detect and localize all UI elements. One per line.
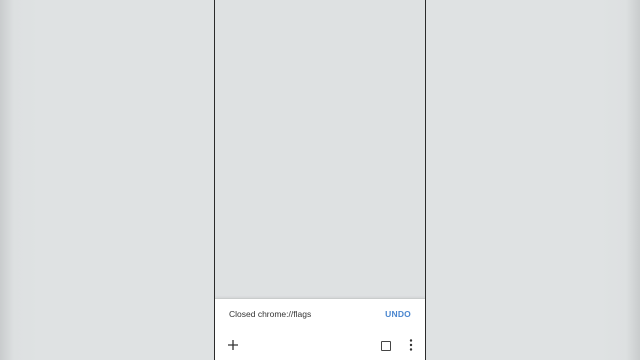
bottom-toolbar	[215, 330, 425, 360]
backdrop-left	[0, 0, 214, 360]
phone-screen: Closed chrome://flags UNDO	[214, 0, 426, 360]
empty-tab-switcher	[215, 0, 425, 298]
snackbar-message: Closed chrome://flags	[229, 309, 312, 319]
undo-button[interactable]: UNDO	[385, 307, 411, 321]
backdrop-right	[426, 0, 640, 360]
undo-snackbar: Closed chrome://flags UNDO	[215, 298, 425, 330]
square-outline-icon[interactable]	[380, 339, 392, 351]
plus-icon[interactable]	[225, 337, 241, 353]
vertical-ellipsis-icon[interactable]	[405, 338, 417, 352]
